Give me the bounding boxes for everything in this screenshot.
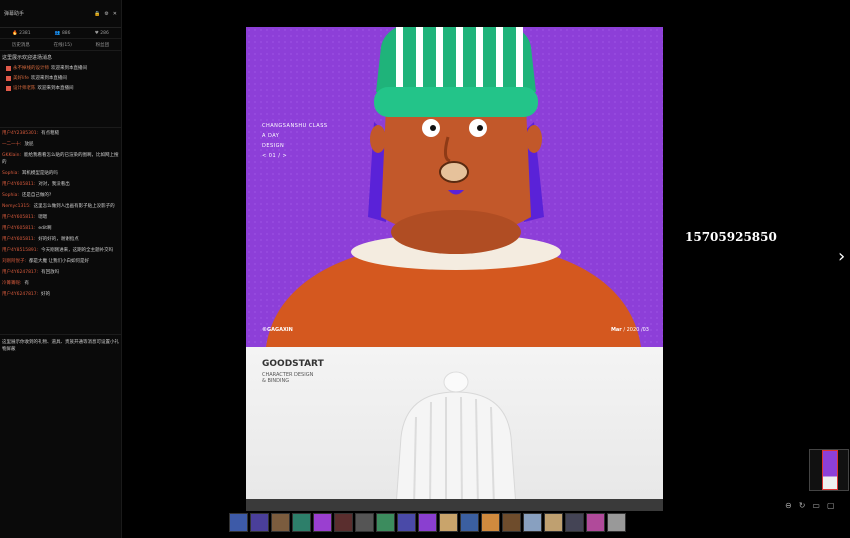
- next-arrow-icon[interactable]: ›: [838, 246, 845, 267]
- thumbnail[interactable]: [565, 513, 584, 532]
- poster-title: CHANGSANSHU CLASS A DAY DESIGN < 01 / >: [262, 123, 328, 159]
- system-message: 永不掉线的设计师 欢迎来到本直播间: [0, 63, 121, 73]
- poster-copyright: ©GAGAXIN: [262, 327, 293, 333]
- chat-message: Sophia: 耳机模型是贴的吗: [2, 171, 58, 176]
- chat-message: 冷箐箐呢: 有: [2, 281, 30, 286]
- thumbnail[interactable]: [313, 513, 332, 532]
- phone-number: 15705925850: [685, 230, 777, 244]
- main-image[interactable]: CHANGSANSHU CLASS A DAY DESIGN < 01 / > …: [246, 27, 663, 511]
- window-icon[interactable]: ▢: [827, 501, 835, 510]
- thumbnail[interactable]: [334, 513, 353, 532]
- tab-fans[interactable]: 粉丝团: [96, 42, 110, 48]
- chat-message: 用户4Y605811: 对对，我没看出: [2, 182, 70, 187]
- thumbnail[interactable]: [229, 513, 248, 532]
- poster-date: Mar / 2020 /03: [610, 327, 649, 333]
- thumbnail[interactable]: [481, 513, 500, 532]
- zoom-out-icon[interactable]: ⊖: [785, 501, 792, 510]
- tab-history[interactable]: 历史消息: [12, 42, 30, 48]
- chat-panel: 弹幕助手 🔒 ⚙ ✕ 🔥 2381 👥 886 ♥ 286 历史消息 在线(15…: [0, 0, 122, 538]
- thumbnail[interactable]: [250, 513, 269, 532]
- chat-message: 用户4Y605811: 好的好的，谢谢指点: [2, 237, 79, 242]
- chat-message: Sophia: 还是自己做的?: [2, 193, 52, 198]
- thumbnail[interactable]: [607, 513, 626, 532]
- rotate-icon[interactable]: ↻: [799, 501, 806, 510]
- chat-message: 刘刚阿悦子: 都是大魔 让我们小白如何是好: [2, 259, 89, 264]
- image-bottom-strip: [246, 499, 663, 511]
- thumbnail[interactable]: [271, 513, 290, 532]
- system-message: 设计师老陈 欢迎来到本直播间: [0, 83, 121, 93]
- character-illustration: [266, 27, 641, 347]
- fit-icon[interactable]: ▭: [812, 501, 820, 510]
- gift-notice: 这里展示你收到的礼物、道具、贵族开通等消息可设置小礼物屏蔽: [0, 334, 121, 357]
- thumbnail[interactable]: [292, 513, 311, 532]
- chat-message: 一二一十: 放屁: [2, 142, 34, 147]
- panel-title: 弹幕助手: [4, 11, 25, 17]
- chat-message: 用户4Y605811: 嗯嗯: [2, 215, 48, 220]
- thumbnail[interactable]: [502, 513, 521, 532]
- white-hat-illustration: [395, 371, 517, 508]
- thumbnail[interactable]: [397, 513, 416, 532]
- chat-message: 用户4Y6247817: 有回放吗: [2, 270, 60, 275]
- thumbnail[interactable]: [355, 513, 374, 532]
- chat-message: 用户4Y6247817: 好的: [2, 292, 51, 297]
- people-icon: 👥 886: [54, 30, 71, 36]
- thumbnail[interactable]: [460, 513, 479, 532]
- viewer-tools: ⊖ ↻ ▭ ▢: [785, 501, 835, 510]
- thumbnail[interactable]: [439, 513, 458, 532]
- close-icon[interactable]: ✕: [113, 11, 117, 17]
- thumbnail[interactable]: [523, 513, 542, 532]
- thumbnail[interactable]: [418, 513, 437, 532]
- welcome-notice: 这里展示欢迎进场消息: [2, 55, 53, 61]
- navigator-preview[interactable]: [809, 449, 849, 491]
- chat-message: Nemyc1315: 这里怎么做到人出画有影子贴上没影子的: [2, 204, 115, 209]
- character-poster: CHANGSANSHU CLASS A DAY DESIGN < 01 / > …: [246, 27, 663, 347]
- chat-message: 用户4Y8515891: 今天刚刚进来，这期的全主题补交吗: [2, 248, 114, 253]
- navigator-viewport[interactable]: [822, 450, 838, 490]
- panel-tabs: 历史消息 在线(15) 粉丝团: [0, 39, 121, 51]
- chat-message: 用户4Y605811: edit啊: [2, 226, 52, 231]
- thumbnail-strip: [229, 513, 626, 532]
- chat-message: 用户4Y2385301: 有点粗糙: [2, 131, 60, 136]
- thumbnail[interactable]: [586, 513, 605, 532]
- gear-icon[interactable]: ⚙: [104, 11, 108, 17]
- flame-icon: 🔥 2381: [12, 30, 31, 36]
- panel-header: 弹幕助手 🔒 ⚙ ✕: [0, 0, 121, 28]
- stats-bar: 🔥 2381 👥 886 ♥ 286: [0, 28, 121, 39]
- lock-icon[interactable]: 🔒: [94, 11, 100, 17]
- thumbnail[interactable]: [376, 513, 395, 532]
- tab-online[interactable]: 在线(15): [54, 42, 72, 48]
- thumbnail[interactable]: [544, 513, 563, 532]
- system-message: 美好life 欢迎来到本直播间: [0, 73, 121, 83]
- goodstart-section: GOODSTART CHARACTER DESIGN & BINDING: [246, 347, 663, 511]
- chat-message: GKKlain: 能给我看看怎么贴的已渲染的图啊，比如网上搜的: [2, 153, 119, 165]
- heart-icon: ♥ 286: [94, 30, 109, 36]
- chat-list: 用户4Y2385301: 有点粗糙 一二一十: 放屁 GKKlain: 能给我看看怎么…: [0, 127, 121, 300]
